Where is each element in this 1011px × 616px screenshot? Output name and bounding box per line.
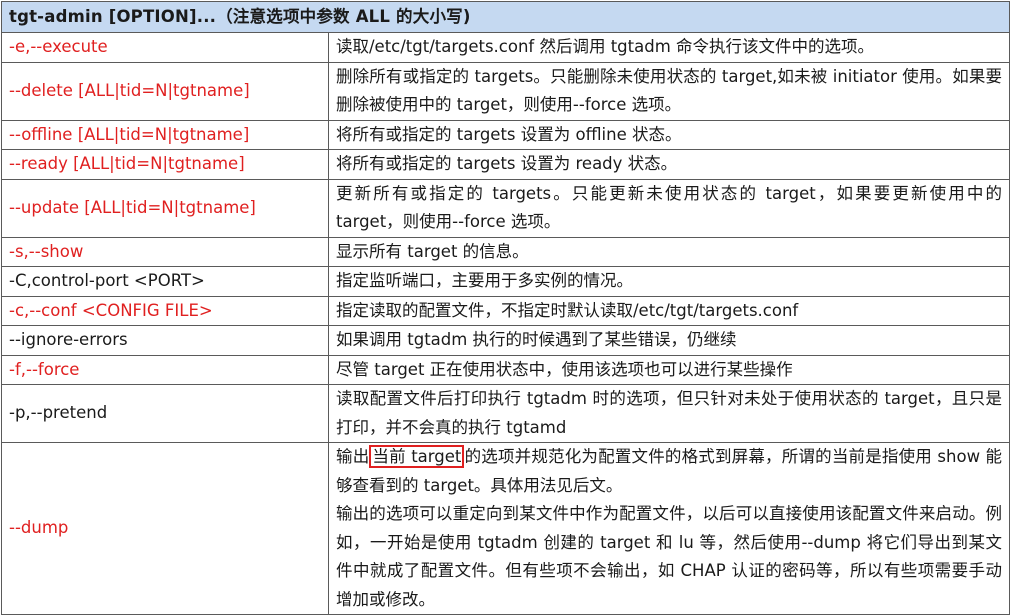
option-cell: --offline [ALL|tid=N|tgtname] — [1, 119, 329, 150]
description-cell: 将所有或指定的 targets 设置为 ready 状态。 — [328, 149, 1010, 180]
option-cell: --ready [ALL|tid=N|tgtname] — [1, 149, 329, 180]
dump-text-before: 输出 — [336, 447, 370, 466]
option-cell: -f,--force — [1, 354, 329, 385]
description-cell: 更新所有或指定的 targets。只能更新未使用状态的 target，如果要更新… — [328, 178, 1010, 238]
option-cell: --update [ALL|tid=N|tgtname] — [1, 178, 329, 238]
table-row: -s,--show 显示所有 target 的信息。 — [1, 236, 1010, 267]
option-cell: --dump — [1, 442, 329, 615]
description-cell: 读取配置文件后打印执行 tgtadm 时的选项，但只针对未处于使用状态的 tar… — [328, 384, 1010, 443]
table-header: tgt-admin [OPTION]...（注意选项中参数 ALL 的大小写) — [1, 1, 1010, 33]
description-cell: 尽管 target 正在使用状态中，使用该选项也可以进行某些操作 — [328, 354, 1010, 385]
table-row: --ignore-errors 如果调用 tgtadm 执行的时候遇到了某些错误… — [1, 325, 1010, 356]
option-cell: --ignore-errors — [1, 325, 329, 356]
description-cell: 输出 当前 target 的选项并规范化为配置文件的格式到屏幕，所谓的当前是指使用 … — [328, 442, 1010, 615]
option-cell: -p,--pretend — [1, 384, 329, 443]
description-cell: 读取/etc/tgt/targets.conf 然后调用 tgtadm 命令执行… — [328, 32, 1010, 63]
table-row: -p,--pretend 读取配置文件后打印执行 tgtadm 时的选项，但只针… — [1, 384, 1010, 443]
option-cell: -C,control-port <PORT> — [1, 266, 329, 297]
table-row: -f,--force 尽管 target 正在使用状态中，使用该选项也可以进行某… — [1, 354, 1010, 385]
description-cell: 将所有或指定的 targets 设置为 offline 状态。 — [328, 119, 1010, 150]
table-header-row: tgt-admin [OPTION]...（注意选项中参数 ALL 的大小写) — [1, 1, 1010, 33]
option-cell: -e,--execute — [1, 32, 329, 63]
table-row: --delete [ALL|tid=N|tgtname] 删除所有或指定的 ta… — [1, 61, 1010, 121]
table-row: -C,control-port <PORT> 指定监听端口，主要用于多实例的情况… — [1, 266, 1010, 297]
table-row: --dump 输出 当前 target 的选项并规范化为配置文件的格式到屏幕，所谓的… — [1, 442, 1010, 615]
table-row: -e,--execute 读取/etc/tgt/targets.conf 然后调… — [1, 32, 1010, 63]
table-row: --ready [ALL|tid=N|tgtname] 将所有或指定的 targ… — [1, 149, 1010, 180]
description-cell: 显示所有 target 的信息。 — [328, 236, 1010, 267]
description-cell: 如果调用 tgtadm 执行的时候遇到了某些错误，仍继续 — [328, 325, 1010, 356]
description-cell: 删除所有或指定的 targets。只能删除未使用状态的 target,如未被 i… — [328, 61, 1010, 121]
options-table: tgt-admin [OPTION]...（注意选项中参数 ALL 的大小写) … — [1, 1, 1010, 615]
description-cell: 指定读取的配置文件，不指定时默认读取/etc/tgt/targets.conf — [328, 295, 1010, 326]
option-cell: -s,--show — [1, 236, 329, 267]
table-row: --offline [ALL|tid=N|tgtname] 将所有或指定的 ta… — [1, 119, 1010, 150]
description-cell: 指定监听端口，主要用于多实例的情况。 — [328, 266, 1010, 297]
highlighted-term: 当前 target — [369, 445, 465, 468]
option-cell: --delete [ALL|tid=N|tgtname] — [1, 61, 329, 121]
option-cell: -c,--conf <CONFIG FILE> — [1, 295, 329, 326]
dump-description-paragraph-1: 输出 当前 target 的选项并规范化为配置文件的格式到屏幕，所谓的当前是指使用 … — [336, 443, 1002, 500]
table-row: --update [ALL|tid=N|tgtname] 更新所有或指定的 ta… — [1, 178, 1010, 238]
dump-description-paragraph-2: 输出的选项可以重定向到某文件中作为配置文件，以后可以直接使用该配置文件来启动。例… — [336, 504, 1002, 609]
table-row: -c,--conf <CONFIG FILE> 指定读取的配置文件，不指定时默认… — [1, 295, 1010, 326]
